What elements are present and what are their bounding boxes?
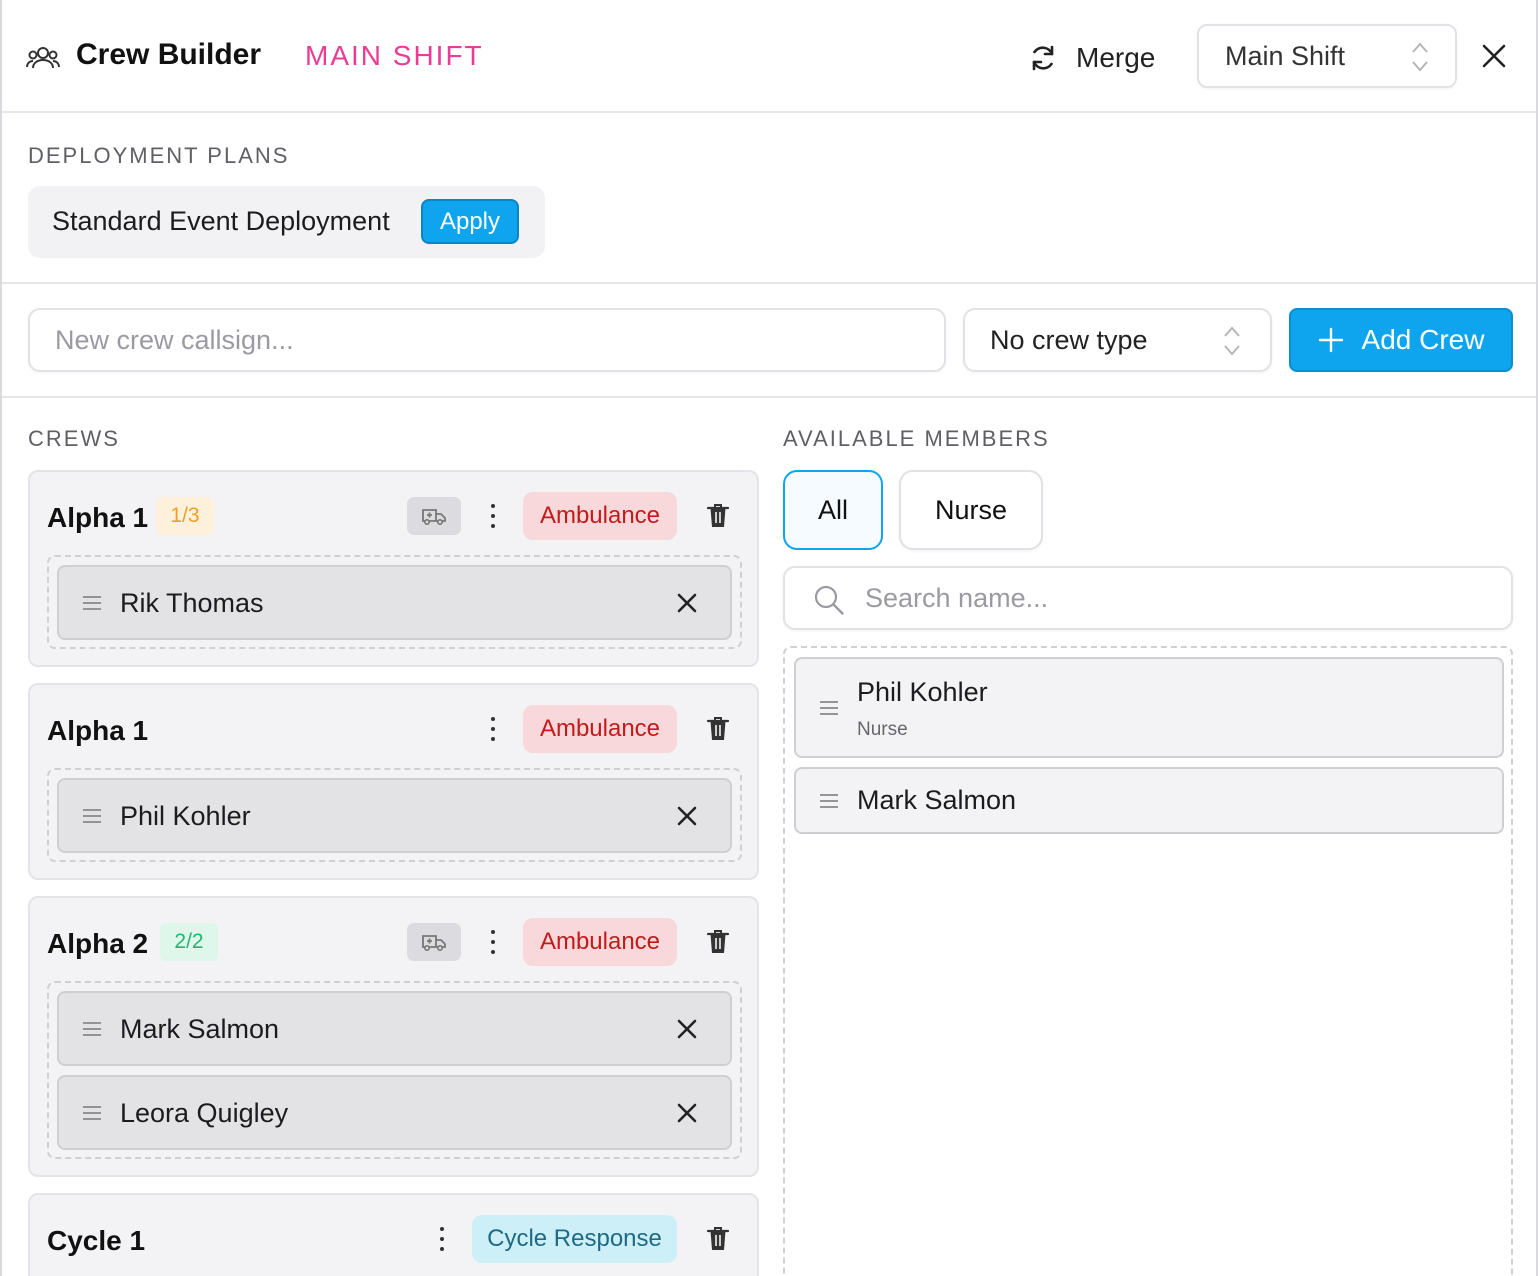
deployment-plan-name: Standard Event Deployment: [52, 206, 390, 236]
remove-member-icon[interactable]: [676, 1018, 698, 1040]
shift-select[interactable]: Main Shift: [1197, 24, 1457, 88]
crew-name: Cycle 1: [47, 1225, 146, 1256]
drag-handle-icon[interactable]: [82, 1021, 102, 1037]
crew-type-value: No crew type: [990, 325, 1148, 355]
page-title: Crew Builder: [76, 38, 262, 71]
close-icon[interactable]: [1480, 42, 1508, 70]
crew-card: Alpha 1 Ambulance Phil Kohler: [28, 683, 759, 880]
drag-handle-icon[interactable]: [82, 595, 102, 611]
search-icon: [814, 585, 844, 615]
drag-handle-icon[interactable]: [82, 1105, 102, 1121]
filter-nurse-button[interactable]: Nurse: [899, 470, 1043, 550]
drag-handle-icon[interactable]: [819, 793, 839, 809]
crew-card: Alpha 2 2/2 Ambulance Mark Salmon Leora …: [28, 896, 759, 1177]
remove-member-icon[interactable]: [676, 592, 698, 614]
crew-dropzone: Rik Thomas: [47, 555, 742, 649]
crew-member-name: Phil Kohler: [120, 801, 251, 831]
shift-label: MAIN SHIFT: [305, 40, 484, 71]
chevron-updown-icon: [1224, 326, 1240, 356]
available-member-row[interactable]: Phil Kohler Nurse: [794, 657, 1504, 758]
more-options-icon[interactable]: [489, 928, 497, 956]
callsign-input[interactable]: [28, 308, 946, 372]
plus-icon: [1318, 327, 1343, 353]
filter-all-button[interactable]: All: [783, 470, 883, 550]
apply-button[interactable]: Apply: [421, 199, 519, 244]
drag-handle-icon[interactable]: [82, 808, 102, 824]
crew-count-badge: 2/2: [160, 923, 218, 961]
crew-type-badge: Ambulance: [523, 918, 677, 966]
crew-type-badge: Ambulance: [523, 492, 677, 540]
more-options-icon[interactable]: [489, 502, 497, 530]
crew-member-row[interactable]: Leora Quigley: [57, 1075, 732, 1150]
search-input[interactable]: [865, 578, 1485, 618]
ambulance-icon: [422, 935, 446, 952]
crew-member-name: Rik Thomas: [120, 588, 264, 618]
crew-member-row[interactable]: Mark Salmon: [57, 991, 732, 1066]
crew-member-row[interactable]: Rik Thomas: [57, 565, 732, 640]
crew-member-row[interactable]: Phil Kohler: [57, 778, 732, 853]
member-search: [783, 566, 1513, 630]
refresh-icon: [1032, 45, 1054, 71]
users-icon: [26, 47, 60, 69]
crew-type-badge: Cycle Response: [472, 1215, 677, 1263]
more-options-icon[interactable]: [489, 715, 497, 743]
crew-dropzone: Mark Salmon Leora Quigley: [47, 981, 742, 1159]
crew-type-badge: Ambulance: [523, 705, 677, 753]
new-crew-row: No crew type Add Crew: [2, 284, 1536, 398]
deployment-plan-card: Standard Event Deployment Apply: [28, 186, 545, 258]
crews-label: CREWS: [28, 426, 120, 451]
crew-type-select[interactable]: No crew type: [963, 308, 1272, 372]
vehicle-button[interactable]: [407, 497, 461, 535]
available-members-dropzone: Phil Kohler Nurse Mark Salmon: [783, 646, 1513, 1276]
deployment-plans-label: DEPLOYMENT PLANS: [28, 143, 290, 168]
chevron-updown-icon: [1412, 42, 1428, 72]
header: Crew Builder MAIN SHIFT Merge Main Shift: [2, 0, 1536, 113]
deployment-plans-section: DEPLOYMENT PLANS Standard Event Deployme…: [2, 113, 1536, 284]
remove-member-icon[interactable]: [676, 1102, 698, 1124]
shift-select-value: Main Shift: [1225, 41, 1346, 71]
trash-icon[interactable]: [706, 502, 730, 530]
crew-member-name: Mark Salmon: [120, 1014, 280, 1044]
add-crew-button[interactable]: Add Crew: [1289, 308, 1513, 372]
crew-name: Alpha 2: [47, 928, 149, 959]
available-member-row[interactable]: Mark Salmon: [794, 767, 1504, 834]
trash-icon[interactable]: [706, 928, 730, 956]
ambulance-icon: [422, 509, 446, 526]
crew-name: Alpha 1: [47, 502, 149, 533]
more-options-icon[interactable]: [438, 1225, 446, 1253]
crew-builder-window: Crew Builder MAIN SHIFT Merge Main Shift…: [0, 0, 1538, 1276]
crew-card: Cycle 1 Cycle Response: [28, 1193, 759, 1276]
trash-icon[interactable]: [706, 1225, 730, 1253]
crew-name: Alpha 1: [47, 715, 149, 746]
merge-button[interactable]: Merge: [1028, 36, 1155, 80]
crew-count-badge: 1/3: [156, 497, 214, 535]
available-member-role: Nurse: [857, 719, 908, 740]
drag-handle-icon[interactable]: [819, 700, 839, 716]
available-members-label: AVAILABLE MEMBERS: [783, 426, 1050, 451]
add-crew-label: Add Crew: [1361, 324, 1485, 355]
remove-member-icon[interactable]: [676, 805, 698, 827]
available-member-name: Mark Salmon: [857, 785, 1017, 815]
trash-icon[interactable]: [706, 715, 730, 743]
crew-member-name: Leora Quigley: [120, 1098, 289, 1128]
vehicle-button[interactable]: [407, 923, 461, 961]
crew-card: Alpha 1 1/3 Ambulance Rik Thomas: [28, 470, 759, 667]
crew-dropzone: Phil Kohler: [47, 768, 742, 862]
available-member-name: Phil Kohler: [857, 677, 988, 707]
merge-label: Merge: [1076, 42, 1156, 73]
